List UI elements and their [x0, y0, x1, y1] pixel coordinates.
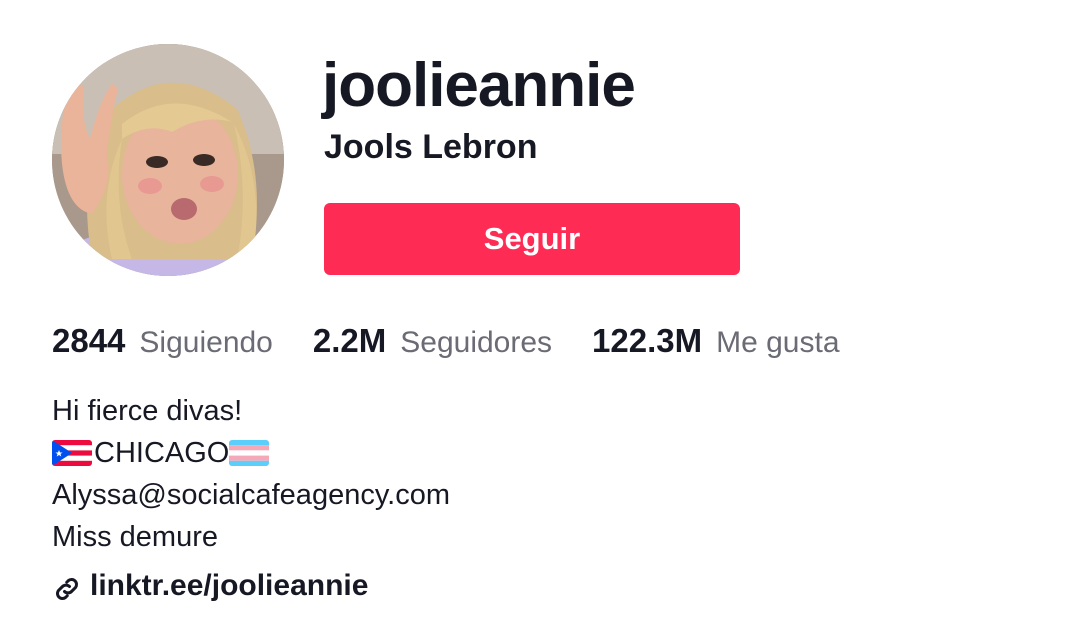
bio-location: CHICAGO: [94, 437, 230, 469]
bio-line-2: CHICAGO: [52, 432, 450, 474]
bio: Hi fierce divas! CHICAGO Alyssa@socialca…: [52, 390, 450, 558]
likes-label: Me gusta: [716, 326, 840, 359]
stat-followers[interactable]: 2.2M Seguidores: [313, 322, 552, 360]
likes-count: 122.3M: [592, 322, 703, 359]
transgender-flag-icon: [229, 440, 270, 466]
follow-button[interactable]: Seguir: [324, 203, 740, 275]
following-count: 2844: [52, 322, 126, 359]
following-label: Siguiendo: [139, 326, 273, 359]
username: joolieannie: [322, 51, 636, 120]
bio-email: Alyssa@socialcafeagency.com: [52, 479, 451, 511]
bio-line-4: Miss demure: [52, 521, 218, 553]
avatar-image: [52, 44, 284, 276]
puerto-rico-flag-icon: [52, 440, 92, 466]
avatar[interactable]: [52, 44, 284, 276]
stat-following[interactable]: 2844 Siguiendo: [52, 322, 273, 360]
followers-count: 2.2M: [312, 322, 387, 359]
bio-line-1: Hi fierce divas!: [52, 395, 243, 427]
profile-link-text: linktr.ee/joolieannie: [90, 569, 369, 602]
stat-likes: 122.3M Me gusta: [592, 322, 839, 360]
profile-link[interactable]: linktr.ee/joolieannie: [52, 568, 368, 604]
followers-label: Seguidores: [400, 326, 553, 359]
profile-stats: 2844 Siguiendo 2.2M Seguidores 122.3M Me…: [52, 322, 880, 360]
display-name: Jools Lebron: [324, 128, 538, 166]
link-icon: [52, 574, 82, 604]
